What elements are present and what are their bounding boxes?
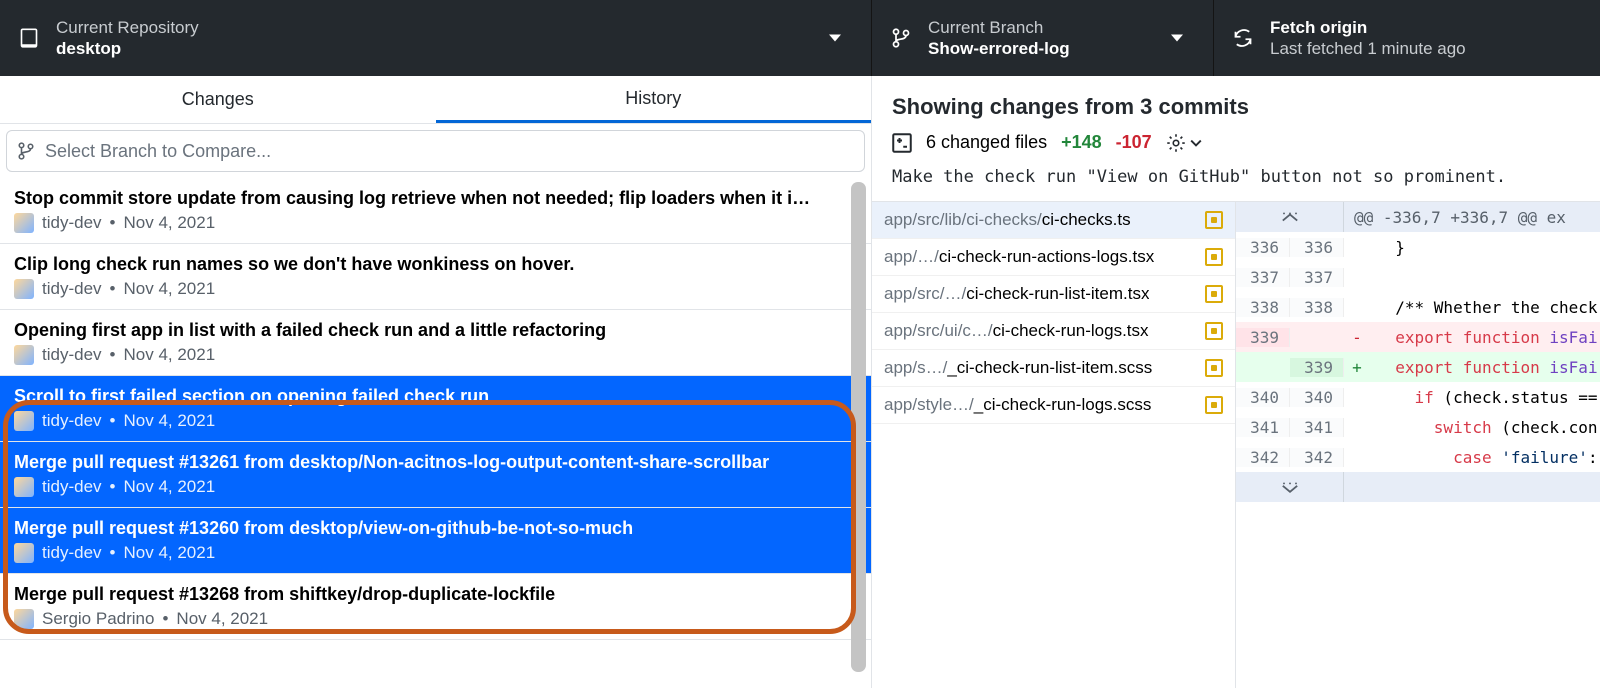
file-row[interactable]: app/…/ci-check-run-actions-logs.tsx xyxy=(872,239,1235,276)
compare-branch[interactable] xyxy=(6,130,865,172)
modified-icon xyxy=(1205,359,1223,377)
modified-icon xyxy=(1205,396,1223,414)
commit-title: Stop commit store update from causing lo… xyxy=(14,188,834,209)
file-row[interactable]: app/src/…/ci-check-run-list-item.tsx xyxy=(872,276,1235,313)
commit-item[interactable]: Merge pull request #13268 from shiftkey/… xyxy=(0,574,871,640)
chevron-down-icon xyxy=(1190,139,1202,147)
diff-viewer[interactable]: @@ -336,7 +336,7 @@ ex336336 }337337 338… xyxy=(1236,202,1600,688)
diff-line: 339+ export function isFai xyxy=(1236,352,1600,382)
changed-files: 6 changed files xyxy=(926,132,1047,153)
commit-title: Merge pull request #13260 from desktop/v… xyxy=(14,518,834,539)
repo-value: desktop xyxy=(56,38,199,59)
avatar xyxy=(14,477,34,497)
commit-message: Make the check run "View on GitHub" butt… xyxy=(872,161,1600,201)
diff-line: 337337 xyxy=(1236,262,1600,292)
diff-line: 339- export function isFai xyxy=(1236,322,1600,352)
commit-meta: tidy-dev•Nov 4, 2021 xyxy=(14,543,855,563)
commit-item[interactable]: Clip long check run names so we don't ha… xyxy=(0,244,871,310)
tab-history[interactable]: History xyxy=(436,76,872,123)
tabs: Changes History xyxy=(0,76,871,124)
commit-list: Stop commit store update from causing lo… xyxy=(0,178,871,688)
branch-icon xyxy=(17,142,35,160)
modified-icon xyxy=(1205,211,1223,229)
diff-line: 341341 switch (check.con xyxy=(1236,412,1600,442)
commit-meta: tidy-dev•Nov 4, 2021 xyxy=(14,477,855,497)
modified-icon xyxy=(1205,248,1223,266)
diff-line: 338338 /** Whether the check xyxy=(1236,292,1600,322)
avatar xyxy=(14,213,34,233)
topbar: Current Repository desktop Current Branc… xyxy=(0,0,1600,76)
tab-changes[interactable]: Changes xyxy=(0,76,436,123)
repo-label: Current Repository xyxy=(56,17,199,38)
commit-title: Merge pull request #13268 from shiftkey/… xyxy=(14,584,834,605)
branch-label: Current Branch xyxy=(928,17,1070,38)
branch-switcher[interactable]: Current Branch Show-errored-log xyxy=(872,0,1214,76)
commit-meta: tidy-dev•Nov 4, 2021 xyxy=(14,411,855,431)
commit-item[interactable]: Opening first app in list with a failed … xyxy=(0,310,871,376)
commit-item[interactable]: Scroll to first failed section on openin… xyxy=(0,376,871,442)
gear-icon xyxy=(1166,133,1186,153)
diff-pane: Showing changes from 3 commits 6 changed… xyxy=(872,76,1600,688)
commit-title: Opening first app in list with a failed … xyxy=(14,320,834,341)
deletions: -107 xyxy=(1116,132,1152,153)
commit-meta: Sergio Padrino•Nov 4, 2021 xyxy=(14,609,855,629)
commit-meta: tidy-dev•Nov 4, 2021 xyxy=(14,279,855,299)
branch-value: Show-errored-log xyxy=(928,38,1070,59)
history-pane: Changes History Stop commit store update… xyxy=(0,76,872,688)
commit-meta: tidy-dev•Nov 4, 2021 xyxy=(14,345,855,365)
avatar xyxy=(14,345,34,365)
file-row[interactable]: app/s…/_ci-check-run-list-item.scss xyxy=(872,350,1235,387)
branch-icon xyxy=(890,27,912,49)
commit-item[interactable]: Merge pull request #13260 from desktop/v… xyxy=(0,508,871,574)
diff-heading: Showing changes from 3 commits xyxy=(892,94,1580,120)
fetch-value: Last fetched 1 minute ago xyxy=(1270,38,1466,59)
diff-settings[interactable] xyxy=(1166,133,1202,153)
sync-icon xyxy=(1232,27,1254,49)
modified-icon xyxy=(1205,322,1223,340)
diff-icon xyxy=(892,133,912,153)
commit-item[interactable]: Stop commit store update from causing lo… xyxy=(0,178,871,244)
repo-switcher[interactable]: Current Repository desktop xyxy=(0,0,872,76)
avatar xyxy=(14,411,34,431)
commit-meta: tidy-dev•Nov 4, 2021 xyxy=(14,213,855,233)
file-list: app/src/lib/ci-checks/ci-checks.tsapp/…/… xyxy=(872,202,1236,688)
avatar xyxy=(14,543,34,563)
diff-line: 342342 case 'failure': xyxy=(1236,442,1600,472)
scrollbar[interactable] xyxy=(851,182,866,672)
chevron-down-icon xyxy=(1171,35,1183,42)
diff-line: 336336 } xyxy=(1236,232,1600,262)
repo-icon xyxy=(18,27,40,49)
compare-input[interactable] xyxy=(45,141,854,162)
fetch-button[interactable]: Fetch origin Last fetched 1 minute ago xyxy=(1214,0,1600,76)
diff-line: 340340 if (check.status == xyxy=(1236,382,1600,412)
chevron-down-icon xyxy=(829,35,841,42)
modified-icon xyxy=(1205,285,1223,303)
expand-up[interactable] xyxy=(1236,202,1344,232)
avatar xyxy=(14,279,34,299)
commit-item[interactable]: Merge pull request #13261 from desktop/N… xyxy=(0,442,871,508)
commit-title: Scroll to first failed section on openin… xyxy=(14,386,834,407)
expand-down[interactable] xyxy=(1236,472,1344,502)
file-row[interactable]: app/src/lib/ci-checks/ci-checks.ts xyxy=(872,202,1235,239)
file-row[interactable]: app/src/ui/c…/ci-check-run-logs.tsx xyxy=(872,313,1235,350)
additions: +148 xyxy=(1061,132,1102,153)
fetch-label: Fetch origin xyxy=(1270,17,1466,38)
avatar xyxy=(14,609,34,629)
commit-title: Merge pull request #13261 from desktop/N… xyxy=(14,452,834,473)
commit-title: Clip long check run names so we don't ha… xyxy=(14,254,834,275)
file-row[interactable]: app/style…/_ci-check-run-logs.scss xyxy=(872,387,1235,424)
